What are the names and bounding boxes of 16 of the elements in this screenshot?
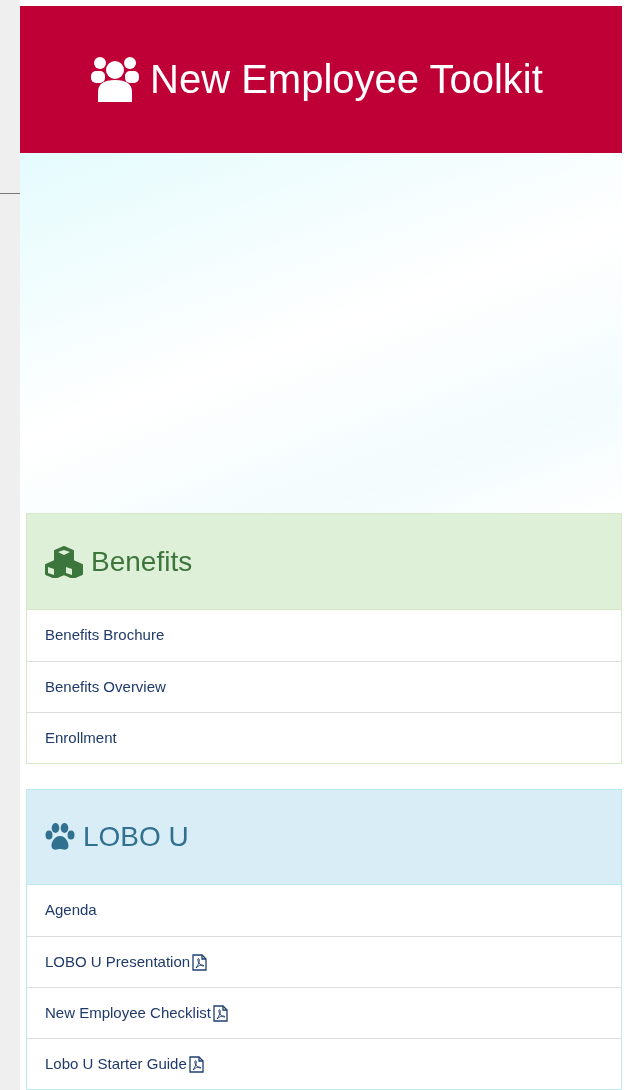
pdf-file-icon (188, 1055, 204, 1073)
people-icon (90, 56, 140, 103)
page-title: New Employee Toolkit (150, 59, 543, 100)
resource-link[interactable]: Benefits Overview (45, 675, 166, 699)
resource-link[interactable]: Enrollment (45, 726, 117, 750)
pdf-file-icon (212, 1004, 228, 1022)
panel-title: LOBO U (83, 823, 189, 851)
resource-link[interactable]: New Employee Checklist (45, 1001, 211, 1025)
pdf-file-icon (192, 953, 208, 971)
paw-icon (45, 823, 75, 851)
resource-link[interactable]: LOBO U Presentation (45, 950, 191, 974)
resource-link[interactable]: Benefits Brochure (45, 624, 165, 647)
resource-link[interactable]: Lobo U Starter Guide (45, 1052, 187, 1076)
panel-title: Benefits (91, 547, 193, 576)
cubes-icon (45, 545, 83, 578)
resource-link[interactable]: Agenda (45, 899, 97, 922)
